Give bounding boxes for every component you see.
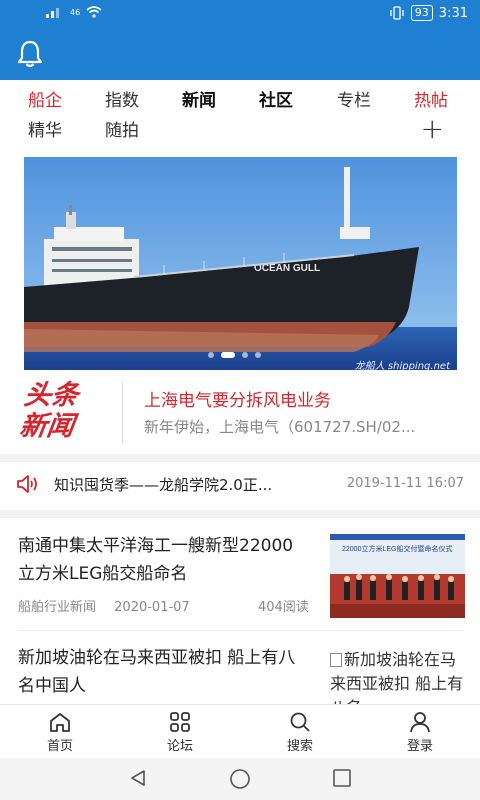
tab-news[interactable]: 新闻	[182, 86, 216, 116]
banner-carousel[interactable]: OCEAN GULL	[24, 157, 457, 370]
status-bar: 46 93 3:31	[0, 0, 480, 28]
speaker-icon	[17, 475, 37, 493]
tab-community[interactable]: 社区	[259, 86, 293, 116]
notice-text[interactable]: 知识囤货季——龙船学院2.0正...	[54, 474, 328, 495]
home-icon	[50, 713, 70, 732]
article-date: 2020-01-07	[114, 600, 190, 615]
notice-time: 2019-11-11 16:07	[346, 476, 464, 491]
search-icon	[290, 712, 310, 732]
nav-search[interactable]: 搜索	[260, 711, 340, 754]
tab-column[interactable]: 专栏	[337, 86, 371, 116]
tab-row-primary: 船企 指数 新闻 社区 专栏 热帖	[0, 86, 480, 116]
user-icon	[410, 712, 430, 733]
app-bar	[0, 28, 480, 80]
status-left: 46	[46, 6, 102, 18]
ceremony-thumbnail-image: 22000立方米LEG船交付暨命名仪式	[330, 534, 465, 618]
signal-icon	[46, 8, 59, 18]
carousel-dot-active[interactable]	[221, 352, 235, 358]
headline-title[interactable]: 上海电气要分拆风电业务	[144, 386, 331, 411]
notice-bar[interactable]: 知识囤货季——龙船学院2.0正... 2019-11-11 16:07	[0, 462, 480, 506]
nav-home-label: 首页	[46, 739, 73, 754]
section-separator	[0, 510, 480, 518]
headline-logo-line1: 头条	[22, 380, 81, 411]
nav-search-label: 搜索	[286, 739, 313, 754]
headline-logo: 头条 新闻	[18, 380, 127, 442]
carousel-dot[interactable]	[242, 352, 248, 358]
wifi-icon	[86, 6, 102, 18]
nav-forum[interactable]: 论坛	[140, 711, 220, 754]
category-tabs: 船企 指数 新闻 社区 专栏 热帖 精华 随拍 +	[0, 80, 480, 150]
bottom-navigation: 首页 论坛 搜索 登录	[0, 704, 480, 758]
article-meta: 船舶行业新闻 2020-01-07 404阅读	[18, 596, 318, 615]
status-right: 93 3:31	[389, 5, 468, 21]
banner-watermark: 龙船人 shipping.net	[354, 361, 450, 372]
home-circle-icon[interactable]	[229, 768, 251, 790]
system-navigation-bar	[0, 758, 480, 800]
article-thumbnail[interactable]: 22000立方米LEG船交付暨命名仪式	[330, 534, 465, 618]
banner-ship-image: OCEAN GULL	[24, 157, 457, 370]
carousel-dot[interactable]	[208, 352, 214, 358]
broken-image-icon	[330, 653, 342, 667]
tab-featured[interactable]: 精华	[28, 116, 62, 146]
nav-login[interactable]: 登录	[380, 711, 460, 754]
nav-forum-label: 论坛	[166, 739, 193, 754]
tab-index[interactable]: 指数	[105, 86, 139, 116]
headline-logo-line2: 新闻	[17, 411, 76, 442]
battery-indicator: 93	[410, 5, 433, 21]
ceremony-banner-text: 22000立方米LEG船交付暨命名仪式	[342, 544, 452, 553]
article-item[interactable]: 南通中集太平洋海工一艘新型22000立方米LEG船交船命名 船舶行业新闻 202…	[0, 520, 480, 628]
carousel-dots	[208, 352, 261, 358]
list-divider	[18, 630, 464, 631]
tab-shipyard[interactable]: 船企	[28, 86, 62, 116]
carousel-dot[interactable]	[255, 352, 261, 358]
article-title[interactable]: 新加坡油轮在马来西亚被扣 船上有八名中国人	[18, 644, 308, 700]
clock: 3:31	[438, 5, 468, 21]
headline-news[interactable]: 头条 新闻 上海电气要分拆风电业务 新年伊始，上海电气（601727.SH/02…	[0, 372, 480, 456]
tab-row-secondary: 精华 随拍	[0, 116, 480, 146]
section-separator	[0, 454, 480, 462]
article-title[interactable]: 南通中集太平洋海工一艘新型22000立方米LEG船交船命名	[18, 532, 308, 588]
article-source: 船舶行业新闻	[18, 600, 97, 615]
headline-subtitle[interactable]: 新年伊始，上海电气（601727.SH/02...	[144, 416, 464, 437]
recent-apps-icon[interactable]	[332, 768, 352, 788]
bell-icon[interactable]	[14, 38, 46, 70]
nav-home[interactable]: 首页	[20, 711, 100, 754]
forum-grid-icon	[170, 712, 190, 732]
signal-label: 46	[70, 7, 81, 17]
article-reads: 404阅读	[258, 600, 309, 615]
back-icon[interactable]	[128, 768, 148, 788]
tab-snapshots[interactable]: 随拍	[105, 116, 139, 146]
vibrate-icon	[390, 6, 404, 20]
headline-divider	[122, 382, 123, 444]
add-tab-button[interactable]: +	[421, 115, 444, 143]
nav-login-label: 登录	[406, 739, 433, 754]
